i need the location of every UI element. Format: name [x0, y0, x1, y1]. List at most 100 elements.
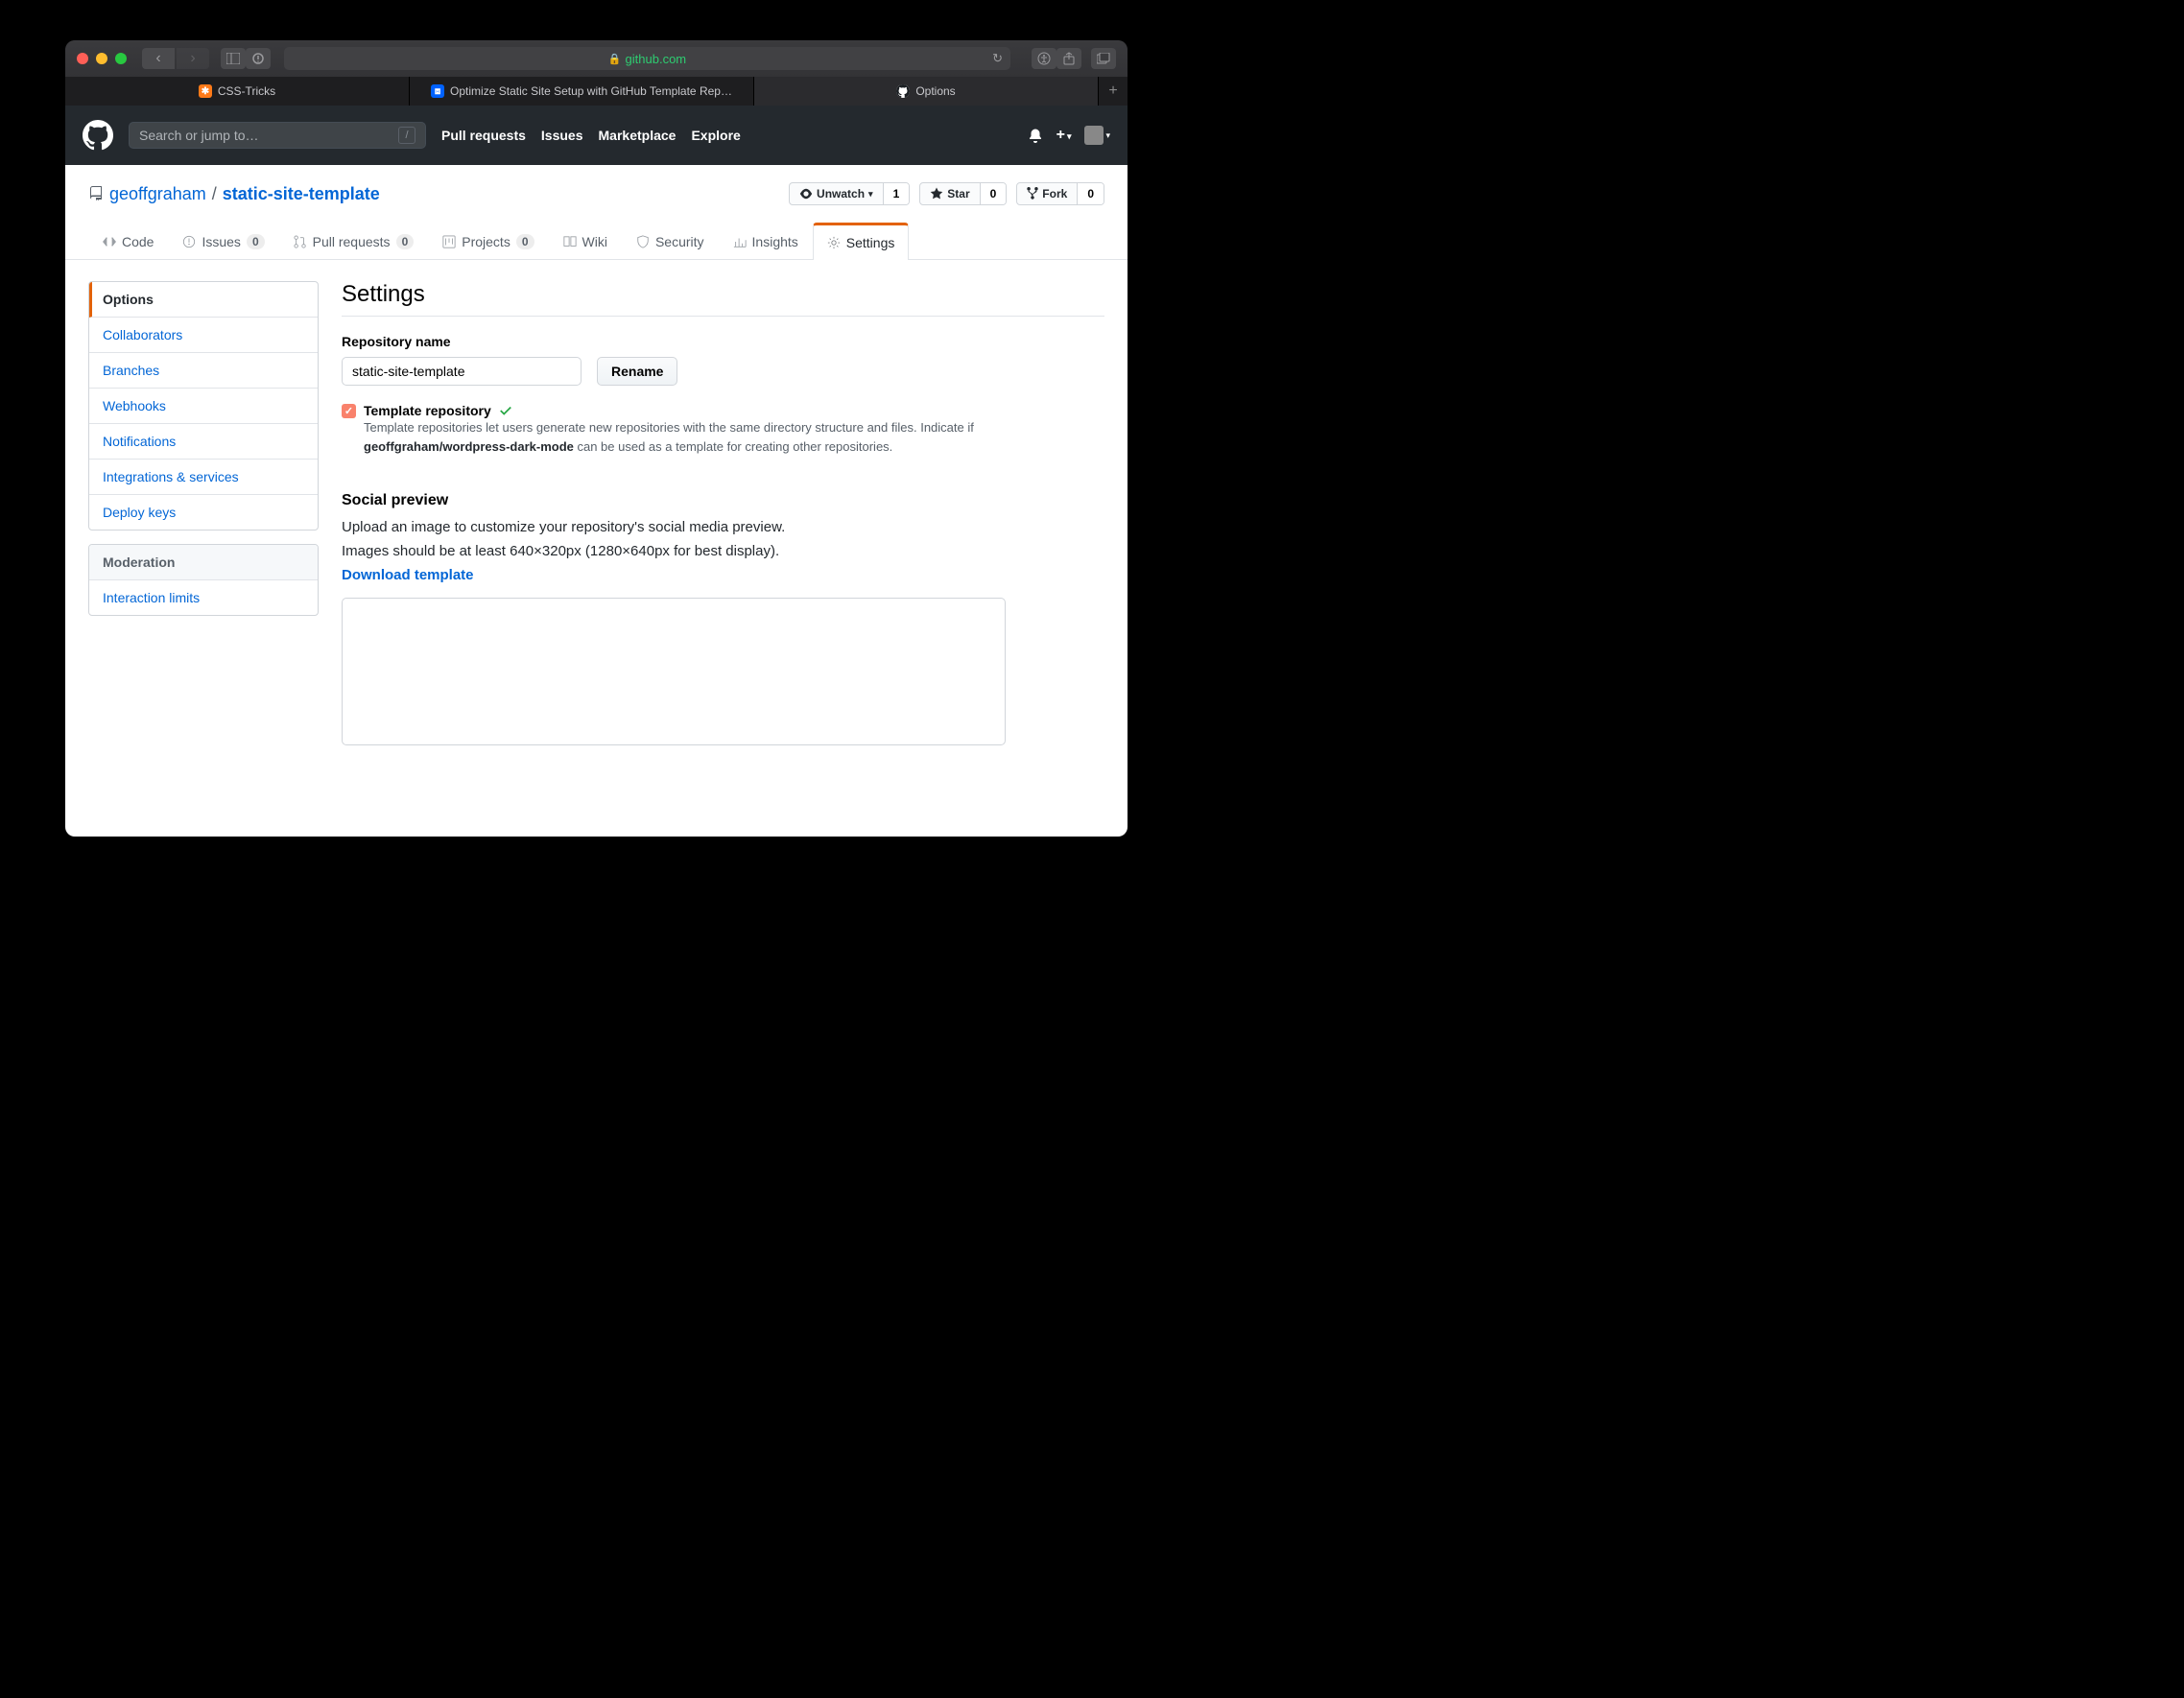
nav-issues[interactable]: Issues: [541, 128, 583, 143]
github-logo[interactable]: [83, 120, 113, 151]
graph-icon: [733, 235, 747, 248]
forward-button[interactable]: ›: [177, 48, 209, 69]
repo-icon: [88, 186, 104, 201]
page-content: geoffgraham / static-site-template Unwat…: [65, 165, 1128, 837]
mi-branches[interactable]: Branches: [89, 353, 318, 389]
github-icon: [896, 84, 910, 98]
project-icon: [442, 235, 456, 248]
mi-collaborators[interactable]: Collaborators: [89, 318, 318, 353]
tab-code[interactable]: Code: [88, 223, 168, 259]
fork-count: 0: [1078, 183, 1104, 204]
repo-link[interactable]: static-site-template: [223, 184, 380, 204]
check-icon: [499, 404, 512, 417]
mi-webhooks[interactable]: Webhooks: [89, 389, 318, 424]
reader-button[interactable]: [1032, 48, 1056, 69]
dropbox-icon: ⧈: [431, 84, 444, 98]
header-right: +▾ ▾: [1028, 126, 1110, 145]
gear-icon: [827, 236, 841, 249]
reload-icon[interactable]: ↻: [992, 51, 1003, 66]
mi-deploykeys[interactable]: Deploy keys: [89, 495, 318, 530]
tab-pulls[interactable]: Pull requests0: [279, 223, 429, 259]
new-tab[interactable]: +: [1099, 77, 1128, 106]
url-domain: github.com: [626, 52, 687, 66]
template-checkbox[interactable]: ✓: [342, 404, 356, 418]
tab-label: Options: [915, 84, 955, 98]
nav-marketplace[interactable]: Marketplace: [599, 128, 677, 143]
bell-icon[interactable]: [1028, 128, 1043, 143]
window-controls: [77, 53, 127, 64]
lock-icon: 🔒: [608, 53, 622, 65]
tab-insights[interactable]: Insights: [719, 223, 813, 259]
tab-projects[interactable]: Projects0: [428, 223, 548, 259]
search-placeholder: Search or jump to…: [139, 128, 259, 143]
settings-sidebar: Options Collaborators Branches Webhooks …: [88, 281, 319, 745]
social-preview-box[interactable]: [342, 598, 1006, 745]
privacy-button[interactable]: [246, 48, 271, 69]
fork-button[interactable]: Fork 0: [1016, 182, 1104, 205]
create-menu[interactable]: +▾: [1056, 127, 1072, 144]
repo-actions: Unwatch ▾ 1 Star 0 Fork 0: [789, 182, 1104, 205]
star-count: 0: [981, 183, 1007, 204]
rename-button[interactable]: Rename: [597, 357, 677, 386]
mi-interaction-limits[interactable]: Interaction limits: [89, 580, 318, 615]
primary-nav: Pull requests Issues Marketplace Explore: [441, 128, 741, 143]
shield-icon: [636, 235, 650, 248]
close-window[interactable]: [77, 53, 88, 64]
search-input[interactable]: Search or jump to… /: [129, 122, 426, 149]
path-separator: /: [212, 184, 217, 204]
tab-strip: ✱ CSS-Tricks ⧈ Optimize Static Site Setu…: [65, 77, 1128, 106]
share-icon: [1063, 52, 1075, 65]
tab-issues[interactable]: Issues0: [168, 223, 278, 259]
template-label: Template repository: [364, 403, 1104, 418]
github-header: Search or jump to… / Pull requests Issue…: [65, 106, 1128, 165]
address-bar[interactable]: 🔒 github.com ↻: [284, 47, 1010, 70]
nav-buttons: ‹ ›: [142, 48, 209, 69]
tab-optimize[interactable]: ⧈ Optimize Static Site Setup with GitHub…: [410, 77, 754, 106]
csstricks-icon: ✱: [199, 84, 212, 98]
menu-header-moderation: Moderation: [89, 545, 318, 580]
minimize-window[interactable]: [96, 53, 107, 64]
book-icon: [563, 235, 577, 248]
tab-wiki[interactable]: Wiki: [549, 223, 622, 259]
nav-pullrequests[interactable]: Pull requests: [441, 128, 526, 143]
user-menu[interactable]: ▾: [1084, 126, 1110, 145]
tab-label: CSS-Tricks: [218, 84, 275, 98]
avatar: [1084, 126, 1104, 145]
repo-head: geoffgraham / static-site-template Unwat…: [65, 165, 1128, 260]
mi-options[interactable]: Options: [89, 282, 318, 318]
repo-name-input[interactable]: [342, 357, 582, 386]
toolbar-right: [1056, 48, 1116, 69]
accessibility-icon: [1037, 52, 1051, 65]
social-title: Social preview: [342, 492, 1104, 509]
zoom-window[interactable]: [115, 53, 127, 64]
repo-name-label: Repository name: [342, 334, 1104, 349]
social-preview-section: Social preview Upload an image to custom…: [342, 492, 1104, 745]
fork-icon: [1027, 187, 1038, 200]
titlebar: ‹ › 🔒 github.com ↻: [65, 40, 1128, 77]
watch-button[interactable]: Unwatch ▾ 1: [789, 182, 910, 205]
tab-csstricks[interactable]: ✱ CSS-Tricks: [65, 77, 410, 106]
tabs-icon: [1097, 53, 1110, 64]
settings-panel: Settings Repository name Rename ✓ Templa…: [342, 281, 1104, 745]
star-button[interactable]: Star 0: [919, 182, 1007, 205]
tab-security[interactable]: Security: [622, 223, 719, 259]
moderation-menu: Moderation Interaction limits: [88, 544, 319, 616]
pr-icon: [294, 235, 307, 248]
tab-options[interactable]: Options: [754, 77, 1099, 106]
eye-icon: [799, 187, 813, 200]
tab-settings[interactable]: Settings: [813, 223, 910, 260]
sidebar-toggle[interactable]: [221, 48, 246, 69]
tab-label: Optimize Static Site Setup with GitHub T…: [450, 84, 732, 98]
mi-integrations[interactable]: Integrations & services: [89, 460, 318, 495]
nav-explore[interactable]: Explore: [691, 128, 740, 143]
star-icon: [930, 187, 943, 200]
mi-notifications[interactable]: Notifications: [89, 424, 318, 460]
owner-link[interactable]: geoffgraham: [109, 184, 206, 204]
social-p1: Upload an image to customize your reposi…: [342, 519, 1104, 535]
download-template-link[interactable]: Download template: [342, 567, 474, 583]
tabs-button[interactable]: [1091, 48, 1116, 69]
social-p2: Images should be at least 640×320px (128…: [342, 543, 1104, 559]
main: Options Collaborators Branches Webhooks …: [65, 260, 1128, 766]
share-button[interactable]: [1056, 48, 1081, 69]
back-button[interactable]: ‹: [142, 48, 175, 69]
